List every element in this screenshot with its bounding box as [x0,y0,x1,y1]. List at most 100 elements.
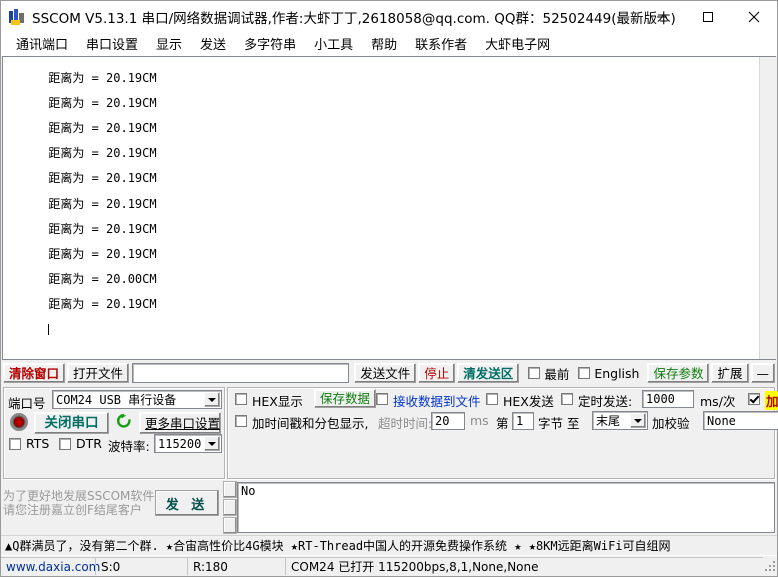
menu-tools[interactable]: 小工具 [305,32,362,55]
minimize-button[interactable] [639,1,685,32]
rts-checkbox[interactable] [9,438,21,450]
receive-settings-panel: HEX显示 保存数据 接收数据到文件 HEX发送 定时发送: 1000 ms/次… [227,387,778,479]
open-file-button[interactable]: 打开文件 [67,363,130,383]
timed-send-checkbox[interactable] [561,393,573,405]
port-settings-panel: 端口号 COM24 USB 串行设备 关闭串口 更多串口设置 RTS DTR 波… [3,387,225,479]
menu-serial-settings[interactable]: 串口设置 [77,32,147,55]
send-textarea[interactable]: No [237,482,775,533]
menu-multi-string[interactable]: 多字符串 [235,32,305,55]
scroll-up-button[interactable] [223,481,237,498]
hex-send-checkbox[interactable] [486,393,498,405]
advertisement-text[interactable]: ▲Q群满员了，没有第二个群. ★合宙高性价比4G模块 ★RT-Thread中国人… [5,537,671,554]
receive-area[interactable]: 距离为 = 20.19CM 距离为 = 20.19CM 距离为 = 20.19C… [2,56,776,360]
baud-rate-label: 波特率: [108,439,150,454]
send-file-button[interactable]: 发送文件 [354,363,417,383]
scroll-down-button[interactable] [223,517,237,534]
status-led-icon [10,413,28,431]
topmost-label: 最前 [544,366,570,382]
crlf-checkbox[interactable] [748,393,760,405]
receive-text[interactable]: 距离为 = 20.19CM 距离为 = 20.19CM 距离为 = 20.19C… [3,57,759,359]
menu-comm-port[interactable]: 通讯端口 [7,32,77,55]
collapse-button[interactable]: — [750,363,775,383]
extend-button[interactable]: 扩展 [711,363,749,383]
english-checkbox-group[interactable]: English [578,366,639,381]
window-title: SSCOM V5.13.1 串口/网络数据调试器,作者:大虾丁丁,2618058… [32,10,676,27]
receive-line: 距离为 = 20.19CM [48,95,157,110]
promo-line-1: 为了更好地发展SSCOM软件 [3,489,155,503]
send-button[interactable]: 发 送 [155,490,219,516]
clear-window-button[interactable]: 清除窗口 [3,363,66,383]
close-port-button[interactable]: 关闭串口 [34,412,109,434]
menu-help[interactable]: 帮助 [362,32,406,55]
receive-line: 距离为 = 20.19CM [48,221,157,236]
receive-line: 距离为 = 20.19CM [48,246,157,261]
dtr-label: DTR [76,436,102,451]
timeout-label: 超时时间: [378,416,433,431]
file-toolbar: 清除窗口 打开文件 发送文件 停止 清发送区 最前 English 保存参数 扩… [1,360,777,386]
menu-display[interactable]: 显示 [147,32,191,55]
chevron-down-icon[interactable] [630,413,646,428]
byte-from-input[interactable]: 1 [512,412,534,430]
english-checkbox[interactable] [578,367,591,379]
hex-display-checkbox[interactable] [235,393,247,405]
promo-line-2: 请您注册嘉立创F结尾客户 [3,503,142,517]
more-port-settings-button[interactable]: 更多串口设置 [139,412,221,434]
receive-line: 距离为 = 20.19CM [48,70,157,85]
status-site[interactable]: www.daxia.com [1,557,100,575]
maximize-button[interactable] [685,1,731,32]
promo-text: 为了更好地发展SSCOM软件 请您注册嘉立创F结尾客户 [3,481,155,535]
byte-to-value: 末尾 [596,414,621,428]
byte-to-select[interactable]: 末尾 [592,411,648,430]
clear-send-button[interactable]: 清发送区 [457,363,520,383]
menu-contact-author[interactable]: 联系作者 [406,32,476,55]
crlf-label: 加回车换行 [765,391,778,410]
checksum-value: None [707,413,736,428]
receive-scrollbar[interactable] [759,57,776,359]
timestamp-checkbox[interactable] [235,415,247,427]
sscom-window: SSCOM V5.13.1 串口/网络数据调试器,作者:大虾丁丁,2618058… [0,0,778,577]
chevron-down-icon[interactable] [204,436,220,451]
dtr-checkbox[interactable] [59,438,71,450]
byte-range-label: 字节 至 [538,416,580,431]
timed-send-label: 定时发送: [578,394,633,409]
stop-button[interactable]: 停止 [418,363,456,383]
text-caret [48,324,50,336]
send-scroll-buttons[interactable] [223,481,237,535]
receive-line: 距离为 = 20.19CM [48,297,157,312]
hex-display-label: HEX显示 [252,394,303,409]
save-data-button[interactable]: 保存数据 [314,389,377,408]
advertisement-bar: ▲Q群满员了，没有第二个群. ★合宙高性价比4G模块 ★RT-Thread中国人… [1,535,777,555]
menu-daxia-site[interactable]: 大虾电子网 [476,32,559,55]
status-connection: COM24 已打开 115200bps,8,1,None,None [285,557,763,575]
baud-rate-select[interactable]: 115200 [154,434,222,453]
receive-line: 距离为 = 20.19CM [48,120,157,135]
topmost-checkbox[interactable] [528,367,541,379]
refresh-icon[interactable] [116,413,132,429]
recv-to-file-checkbox[interactable] [376,393,388,405]
receive-line: 距离为 = 20.19CM [48,171,157,186]
close-button[interactable] [731,1,777,32]
port-number-label: 端口号 [8,396,46,411]
timed-send-unit-label: ms/次 [700,394,736,409]
scroll-mid-button[interactable] [223,499,237,516]
timeout-unit-label: ms [470,413,489,428]
recv-to-file-label: 接收数据到文件 [393,394,481,409]
checksum-label: 加校验 [652,416,690,431]
receive-line: 距离为 = 20.19CM [48,146,157,161]
resize-grip[interactable] [763,559,777,573]
port-select[interactable]: COM24 USB 串行设备 [52,390,222,409]
port-select-value: COM24 USB 串行设备 [56,393,177,407]
status-sent-count: S:0 [95,557,187,575]
receive-line: 距离为 = 20.19CM [48,196,157,211]
timed-send-interval-input[interactable]: 1000 [642,390,694,408]
timeout-input[interactable]: 20 [431,412,465,430]
timestamp-label: 加时间戳和分包显示, [252,416,369,431]
checksum-select[interactable]: None [703,411,778,430]
save-params-button[interactable]: 保存参数 [647,363,710,383]
file-path-input[interactable] [132,363,350,383]
chevron-down-icon[interactable] [204,392,220,407]
settings-area: 端口号 COM24 USB 串行设备 关闭串口 更多串口设置 RTS DTR 波… [1,386,778,481]
receive-line: 距离为 = 20.00CM [48,272,157,287]
topmost-checkbox-group[interactable]: 最前 [528,364,569,383]
menu-send[interactable]: 发送 [191,32,235,55]
